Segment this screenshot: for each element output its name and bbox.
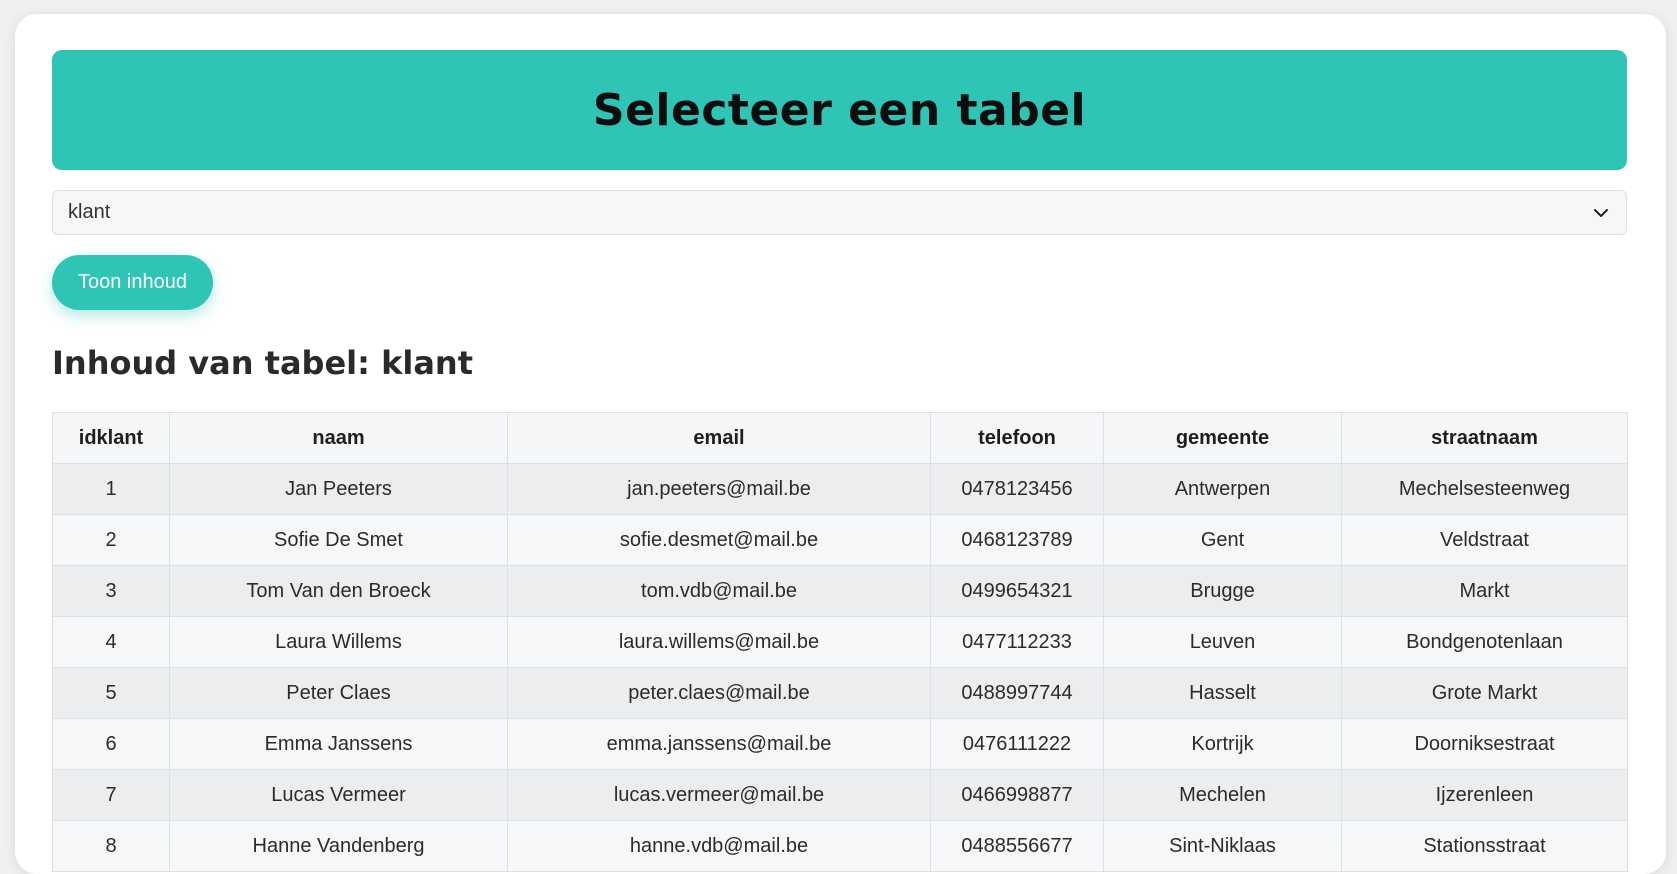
table-row[interactable]: 7 Lucas Vermeer lucas.vermeer@mail.be 04669… [52,769,1628,821]
table-cell: 0466998877 [930,769,1104,821]
table-row[interactable]: 5 Peter Claes peter.claes@mail.be 048899774… [52,667,1628,719]
table-cell: Sint-Niklaas [1103,820,1342,872]
table-cell: 5 [52,667,170,719]
table-row[interactable]: 6 Emma Janssens emma.janssens@mail.be 04761… [52,718,1628,770]
table-row[interactable]: 8 Hanne Vandenberg hanne.vdb@mail.be 048855… [52,820,1628,872]
header-banner: Selecteer een tabel [52,50,1627,170]
table-cell: Peter Claes [169,667,508,719]
column-header[interactable]: naam [169,412,508,464]
table-row[interactable]: 1 Jan Peeters jan.peeters@mail.be 047812345… [52,463,1628,515]
table-cell: 1 [52,463,170,515]
table-cell: 0478123456 [930,463,1104,515]
table-cell: Antwerpen [1103,463,1342,515]
table-cell: Mechelen [1103,769,1342,821]
table-cell: sofie.desmet@mail.be [507,514,931,566]
table-row[interactable]: 2 Sofie De Smet sofie.desmet@mail.be 046812… [52,514,1628,566]
table-cell: Markt [1341,565,1628,617]
table-cell: 0477112233 [930,616,1104,668]
column-header[interactable]: gemeente [1103,412,1342,464]
table-row[interactable]: 4 Laura Willems laura.willems@mail.be 04771… [52,616,1628,668]
table-cell: Mechelsesteenweg [1341,463,1628,515]
table-cell: Gent [1103,514,1342,566]
section-title: Inhoud van tabel: klant [52,344,473,382]
table-cell: emma.janssens@mail.be [507,718,931,770]
table-cell: hanne.vdb@mail.be [507,820,931,872]
table-cell: Veldstraat [1341,514,1628,566]
main-card: Selecteer een tabel klant Toon inhoud In… [15,14,1666,874]
table-cell: 3 [52,565,170,617]
table-cell: Bondgenotenlaan [1341,616,1628,668]
table-cell: 7 [52,769,170,821]
table-select[interactable]: klant [52,190,1627,235]
page-title: Selecteer een tabel [592,84,1087,136]
table-cell: 0488997744 [930,667,1104,719]
table-cell: Hanne Vandenberg [169,820,508,872]
table-row[interactable]: 3 Tom Van den Broeck tom.vdb@mail.be 049965… [52,565,1628,617]
column-header[interactable]: idklant [52,412,170,464]
table-cell: Grote Markt [1341,667,1628,719]
table-cell: laura.willems@mail.be [507,616,931,668]
table-cell: Doorniksestraat [1341,718,1628,770]
table-cell: Leuven [1103,616,1342,668]
table-select-value: klant [68,201,111,223]
table-cell: 2 [52,514,170,566]
table-cell: 0499654321 [930,565,1104,617]
table-cell: 6 [52,718,170,770]
column-header[interactable]: straatnaam [1341,412,1628,464]
table-cell: Tom Van den Broeck [169,565,508,617]
table-cell: Laura Willems [169,616,508,668]
table-cell: tom.vdb@mail.be [507,565,931,617]
show-content-button[interactable]: Toon inhoud [52,255,213,310]
table-cell: Ijzerenleen [1341,769,1628,821]
table-cell: Kortrijk [1103,718,1342,770]
data-table: idklant naam email telefoon gemeente str… [52,412,1628,872]
table-cell: jan.peeters@mail.be [507,463,931,515]
table-cell: 4 [52,616,170,668]
table-cell: Hasselt [1103,667,1342,719]
table-cell: Stationsstraat [1341,820,1628,872]
table-cell: Sofie De Smet [169,514,508,566]
chevron-down-icon [1591,203,1611,223]
table-cell: Lucas Vermeer [169,769,508,821]
table-cell: Jan Peeters [169,463,508,515]
table-header-row: idklant naam email telefoon gemeente str… [52,412,1628,464]
table-cell: Brugge [1103,565,1342,617]
column-header[interactable]: email [507,412,931,464]
table-cell: 0488556677 [930,820,1104,872]
content-container: Selecteer een tabel klant Toon inhoud In… [52,50,1628,872]
table-cell: 8 [52,820,170,872]
table-cell: 0468123789 [930,514,1104,566]
table-cell: peter.claes@mail.be [507,667,931,719]
table-cell: 0476111222 [930,718,1104,770]
table-cell: lucas.vermeer@mail.be [507,769,931,821]
column-header[interactable]: telefoon [930,412,1104,464]
table-cell: Emma Janssens [169,718,508,770]
